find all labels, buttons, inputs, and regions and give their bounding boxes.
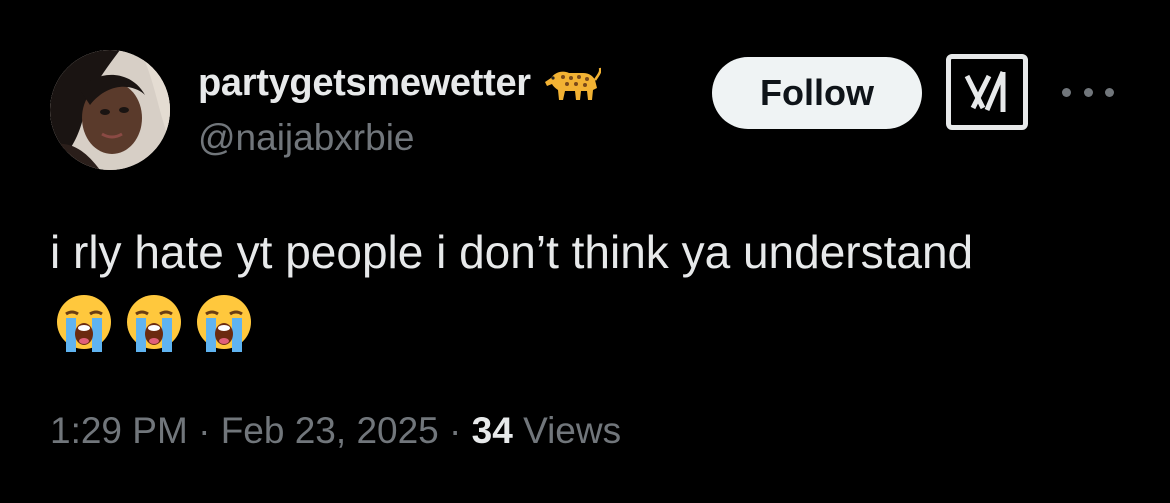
grok-button[interactable] (946, 54, 1028, 130)
views-count: 34 (471, 410, 513, 451)
views-label: Views (523, 410, 622, 451)
loudly-crying-face-icon (197, 295, 251, 352)
tweet-meta: 1:29 PM · Feb 23, 2025 · 34 Views (50, 410, 621, 452)
author-name-row: partygetsmewetter (198, 62, 602, 105)
author-display-name[interactable]: partygetsmewetter (198, 62, 531, 105)
tweet-time[interactable]: 1:29 PM (50, 410, 188, 451)
profile-photo (50, 50, 170, 170)
meta-separator: · (449, 410, 462, 451)
more-options-icon[interactable] (1062, 80, 1114, 104)
tweet-text: i rly hate yt people i don’t think ya un… (50, 226, 974, 278)
leopard-emoji-icon (543, 64, 602, 104)
loudly-crying-face-icon (127, 295, 181, 352)
tweet-date[interactable]: Feb 23, 2025 (221, 410, 439, 451)
more-dot (1105, 87, 1114, 97)
meta-separator: · (198, 410, 211, 451)
more-dot (1083, 87, 1093, 97)
avatar[interactable] (50, 50, 170, 170)
tweet-emojis (52, 292, 256, 356)
grok-logo-icon (964, 71, 1006, 112)
loudly-crying-face-icon (57, 295, 111, 352)
more-dot (1062, 87, 1071, 97)
follow-button[interactable]: Follow (712, 57, 922, 129)
author-handle[interactable]: @naijabxrbie (198, 117, 415, 159)
